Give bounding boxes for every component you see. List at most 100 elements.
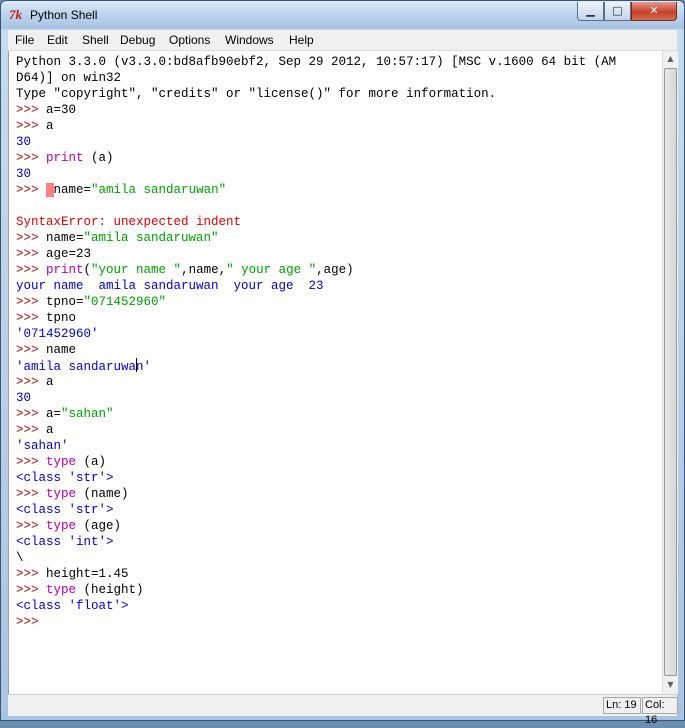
shell-text-area[interactable]: Python 3.3.0 (v3.3.0:bd8afb90ebf2, Sep 2…: [8, 51, 662, 694]
shell-line: Type "copyright", "credits" or "license(…: [16, 86, 616, 102]
shell-prompt: >>>: [16, 295, 47, 309]
shell-text: (age): [76, 519, 122, 533]
tk-feather-icon: 7k: [9, 7, 22, 22]
shell-line: 'sahan': [16, 438, 616, 454]
shell-prompt: >>>: [16, 423, 47, 437]
shell-line: >>> type (height): [16, 582, 616, 598]
shell-text: type: [46, 583, 77, 597]
shell-prompt: >>>: [16, 343, 47, 357]
vertical-scrollbar[interactable]: ▲ ▼: [662, 51, 678, 694]
shell-text: print: [46, 151, 84, 165]
shell-text: (a): [83, 151, 114, 165]
shell-text: height=1.45: [46, 567, 129, 581]
shell-text: (: [83, 263, 92, 277]
shell-text: <class 'str'>: [16, 471, 114, 485]
shell-line: \: [16, 550, 616, 566]
menu-edit[interactable]: Edit: [47, 33, 68, 48]
shell-text: D64)] on win32: [16, 71, 122, 85]
scrollbar-thumb[interactable]: [664, 68, 677, 676]
menu-windows[interactable]: Windows: [225, 33, 274, 48]
shell-text: a: [46, 423, 54, 437]
shell-prompt: >>>: [16, 455, 47, 469]
shell-prompt: >>>: [16, 519, 47, 533]
shell-prompt: >>>: [16, 567, 47, 581]
shell-text: (name): [76, 487, 129, 501]
status-bar: Ln: 19 Col: 16: [8, 694, 678, 726]
shell-output: Python 3.3.0 (v3.3.0:bd8afb90ebf2, Sep 2…: [16, 54, 616, 630]
shell-line: >>> height=1.45: [16, 566, 616, 582]
shell-line: >>> a: [16, 422, 616, 438]
shell-line: >>> name: [16, 342, 616, 358]
shell-line: >>> a: [16, 374, 616, 390]
shell-line: >>> a="sahan": [16, 406, 616, 422]
shell-line: <class 'float'>: [16, 598, 616, 614]
shell-text: tpno: [46, 311, 77, 325]
shell-line: <class 'int'>: [16, 534, 616, 550]
shell-line: your name amila sandaruwan your age 23: [16, 278, 616, 294]
shell-text: [46, 183, 54, 197]
shell-text: name=: [53, 183, 92, 197]
menu-file[interactable]: File: [15, 33, 34, 48]
shell-text: n': [136, 360, 152, 374]
shell-text: (a): [76, 455, 107, 469]
menu-debug[interactable]: Debug: [120, 33, 155, 48]
shell-line: >>> tpno="071452960": [16, 294, 616, 310]
shell-text: type: [46, 519, 77, 533]
shell-prompt: >>>: [16, 151, 47, 165]
menu-options[interactable]: Options: [169, 33, 210, 48]
menu-help[interactable]: Help: [289, 33, 314, 48]
shell-prompt: >>>: [16, 263, 47, 277]
shell-text: print: [46, 263, 84, 277]
shell-line: 'amila sandaruwan': [16, 358, 616, 374]
shell-line: >>> type (age): [16, 518, 616, 534]
shell-line: <class 'str'>: [16, 502, 616, 518]
shell-prompt: >>>: [16, 103, 47, 117]
line-number-status: Ln: 19: [603, 697, 641, 714]
shell-line: Python 3.3.0 (v3.3.0:bd8afb90ebf2, Sep 2…: [16, 54, 616, 70]
shell-prompt: >>>: [16, 311, 47, 325]
maximize-button[interactable]: □: [604, 2, 631, 21]
shell-line: >>> age=23: [16, 246, 616, 262]
shell-line: >>> name="amila sandaruwan": [16, 230, 616, 246]
shell-text: type: [46, 487, 77, 501]
shell-line: 30: [16, 166, 616, 182]
shell-text: '071452960': [16, 327, 99, 341]
shell-text: "your name ": [91, 263, 182, 277]
shell-text: "sahan": [61, 407, 114, 421]
shell-prompt: >>>: [16, 407, 47, 421]
shell-text: Type "copyright", "credits" or "license(…: [16, 87, 497, 101]
shell-text: age=23: [46, 247, 92, 261]
shell-text: <class 'int'>: [16, 535, 114, 549]
shell-text: SyntaxError: unexpected indent: [16, 215, 242, 229]
menu-bar: File Edit Shell Debug Options Windows He…: [8, 30, 677, 51]
shell-text: tpno=: [46, 295, 84, 309]
shell-text: name: [46, 343, 77, 357]
shell-prompt: >>>: [16, 583, 47, 597]
menu-shell[interactable]: Shell: [82, 33, 109, 48]
shell-text: a: [46, 119, 54, 133]
shell-prompt: >>>: [16, 247, 47, 261]
shell-line: '071452960': [16, 326, 616, 342]
shell-text: a: [46, 375, 54, 389]
scroll-up-arrow-icon[interactable]: ▲: [663, 51, 678, 67]
shell-line: >>> name="amila sandaruwan": [16, 182, 616, 198]
shell-text: <class 'str'>: [16, 503, 114, 517]
shell-line: >>> print (a): [16, 150, 616, 166]
minimize-button[interactable]: ▁: [577, 2, 604, 21]
scroll-down-arrow-icon[interactable]: ▼: [663, 677, 678, 693]
python-shell-window: 7k Python Shell ▁ □ ✕ File Edit Shell De…: [0, 0, 685, 726]
shell-line: >>> type (name): [16, 486, 616, 502]
column-number-status: Col: 16: [642, 697, 678, 726]
window-title: Python Shell: [30, 8, 98, 22]
title-bar[interactable]: 7k Python Shell ▁ □ ✕: [1, 1, 684, 29]
shell-prompt: >>>: [16, 231, 47, 245]
close-button[interactable]: ✕: [631, 2, 677, 21]
shell-text: "amila sandaruwan": [91, 183, 227, 197]
shell-line: SyntaxError: unexpected indent: [16, 214, 616, 230]
shell-text: " your age ": [226, 263, 317, 277]
shell-text: type: [46, 455, 77, 469]
shell-text: "amila sandaruwan": [83, 231, 219, 245]
shell-line: >>>: [16, 614, 616, 630]
shell-prompt: >>>: [16, 375, 47, 389]
